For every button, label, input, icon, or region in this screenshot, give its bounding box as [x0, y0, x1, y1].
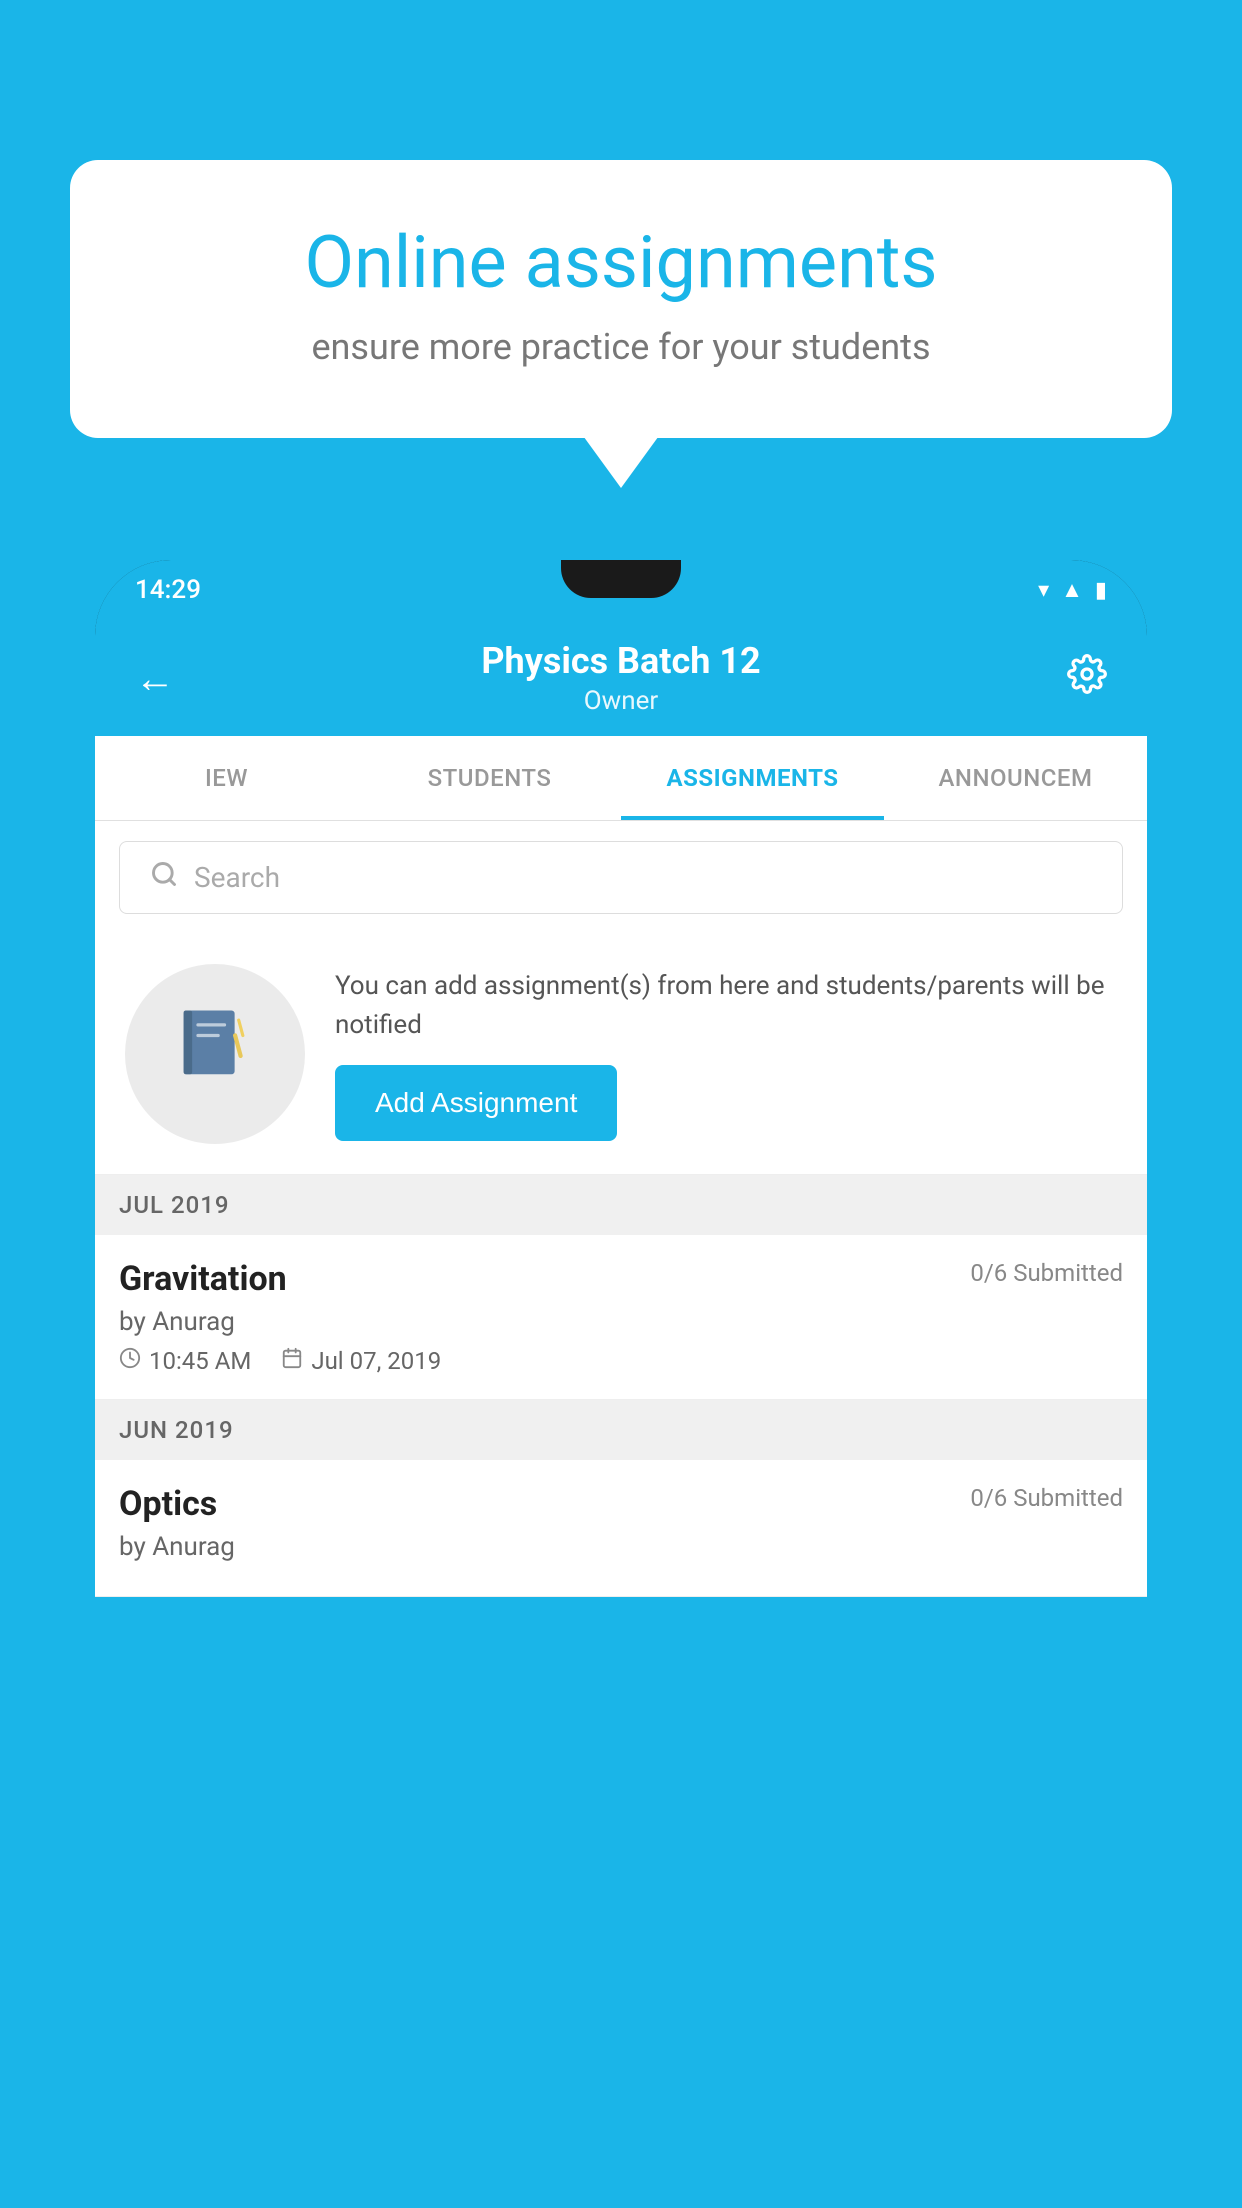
- speech-bubble-container: Online assignments ensure more practice …: [70, 160, 1172, 438]
- assignment-date: Jul 07, 2019: [281, 1347, 441, 1375]
- assignment-name-optics: Optics: [119, 1484, 217, 1524]
- search-container: Search: [95, 821, 1147, 934]
- tab-students[interactable]: STUDENTS: [358, 736, 621, 820]
- phone-frame: 14:29 ▾ ▲ ▮ ← Physics Batch 12 Owner: [95, 560, 1147, 1597]
- wifi-icon: ▾: [1038, 578, 1049, 603]
- tabs-container: IEW STUDENTS ASSIGNMENTS ANNOUNCEM: [95, 736, 1147, 821]
- assignment-item-optics[interactable]: Optics 0/6 Submitted by Anurag: [95, 1460, 1147, 1597]
- phone-container: 14:29 ▾ ▲ ▮ ← Physics Batch 12 Owner: [95, 560, 1147, 2208]
- header-center: Physics Batch 12 Owner: [481, 640, 760, 716]
- calendar-icon: [281, 1347, 303, 1375]
- assignment-top-optics: Optics 0/6 Submitted: [119, 1484, 1123, 1524]
- search-icon: [150, 860, 178, 895]
- batch-title: Physics Batch 12: [481, 640, 760, 682]
- clock-icon: [119, 1347, 141, 1375]
- assignment-time-value: 10:45 AM: [149, 1347, 251, 1375]
- assignment-top: Gravitation 0/6 Submitted: [119, 1259, 1123, 1299]
- promo-icon-circle: [125, 964, 305, 1144]
- status-icons: ▾ ▲ ▮: [1038, 577, 1107, 603]
- search-placeholder: Search: [194, 861, 280, 894]
- assignment-submitted-gravitation: 0/6 Submitted: [970, 1259, 1123, 1287]
- back-button[interactable]: ←: [135, 655, 175, 702]
- add-assignment-button[interactable]: Add Assignment: [335, 1065, 617, 1141]
- assignment-item-gravitation[interactable]: Gravitation 0/6 Submitted by Anurag 10:4…: [95, 1235, 1147, 1400]
- section-header-jul: JUL 2019: [95, 1175, 1147, 1235]
- assignment-date-value: Jul 07, 2019: [311, 1347, 441, 1375]
- assignment-submitted-optics: 0/6 Submitted: [970, 1484, 1123, 1512]
- promo-section: You can add assignment(s) from here and …: [95, 934, 1147, 1175]
- assignment-time: 10:45 AM: [119, 1347, 251, 1375]
- bubble-subtitle: ensure more practice for your students: [150, 326, 1092, 368]
- speech-bubble: Online assignments ensure more practice …: [70, 160, 1172, 438]
- batch-subtitle: Owner: [481, 686, 760, 716]
- status-bar: 14:29 ▾ ▲ ▮: [95, 560, 1147, 620]
- phone-notch: [561, 560, 681, 598]
- tab-announcements[interactable]: ANNOUNCEM: [884, 736, 1147, 820]
- status-time: 14:29: [135, 575, 201, 605]
- battery-icon: ▮: [1095, 578, 1107, 603]
- signal-icon: ▲: [1061, 577, 1083, 603]
- app-header: ← Physics Batch 12 Owner: [95, 620, 1147, 736]
- notebook-icon: [173, 1002, 258, 1107]
- tab-assignments[interactable]: ASSIGNMENTS: [621, 736, 884, 820]
- promo-text-area: You can add assignment(s) from here and …: [335, 967, 1117, 1141]
- settings-button[interactable]: [1067, 654, 1107, 703]
- promo-description: You can add assignment(s) from here and …: [335, 967, 1117, 1045]
- bubble-title: Online assignments: [150, 220, 1092, 306]
- assignment-name-gravitation: Gravitation: [119, 1259, 287, 1299]
- section-header-jun: JUN 2019: [95, 1400, 1147, 1460]
- app-content: Search: [95, 821, 1147, 1597]
- search-bar[interactable]: Search: [119, 841, 1123, 914]
- tab-iew[interactable]: IEW: [95, 736, 358, 820]
- assignment-by-optics: by Anurag: [119, 1532, 1123, 1562]
- assignment-meta-gravitation: 10:45 AM Jul 07, 2019: [119, 1347, 1123, 1375]
- assignment-by-gravitation: by Anurag: [119, 1307, 1123, 1337]
